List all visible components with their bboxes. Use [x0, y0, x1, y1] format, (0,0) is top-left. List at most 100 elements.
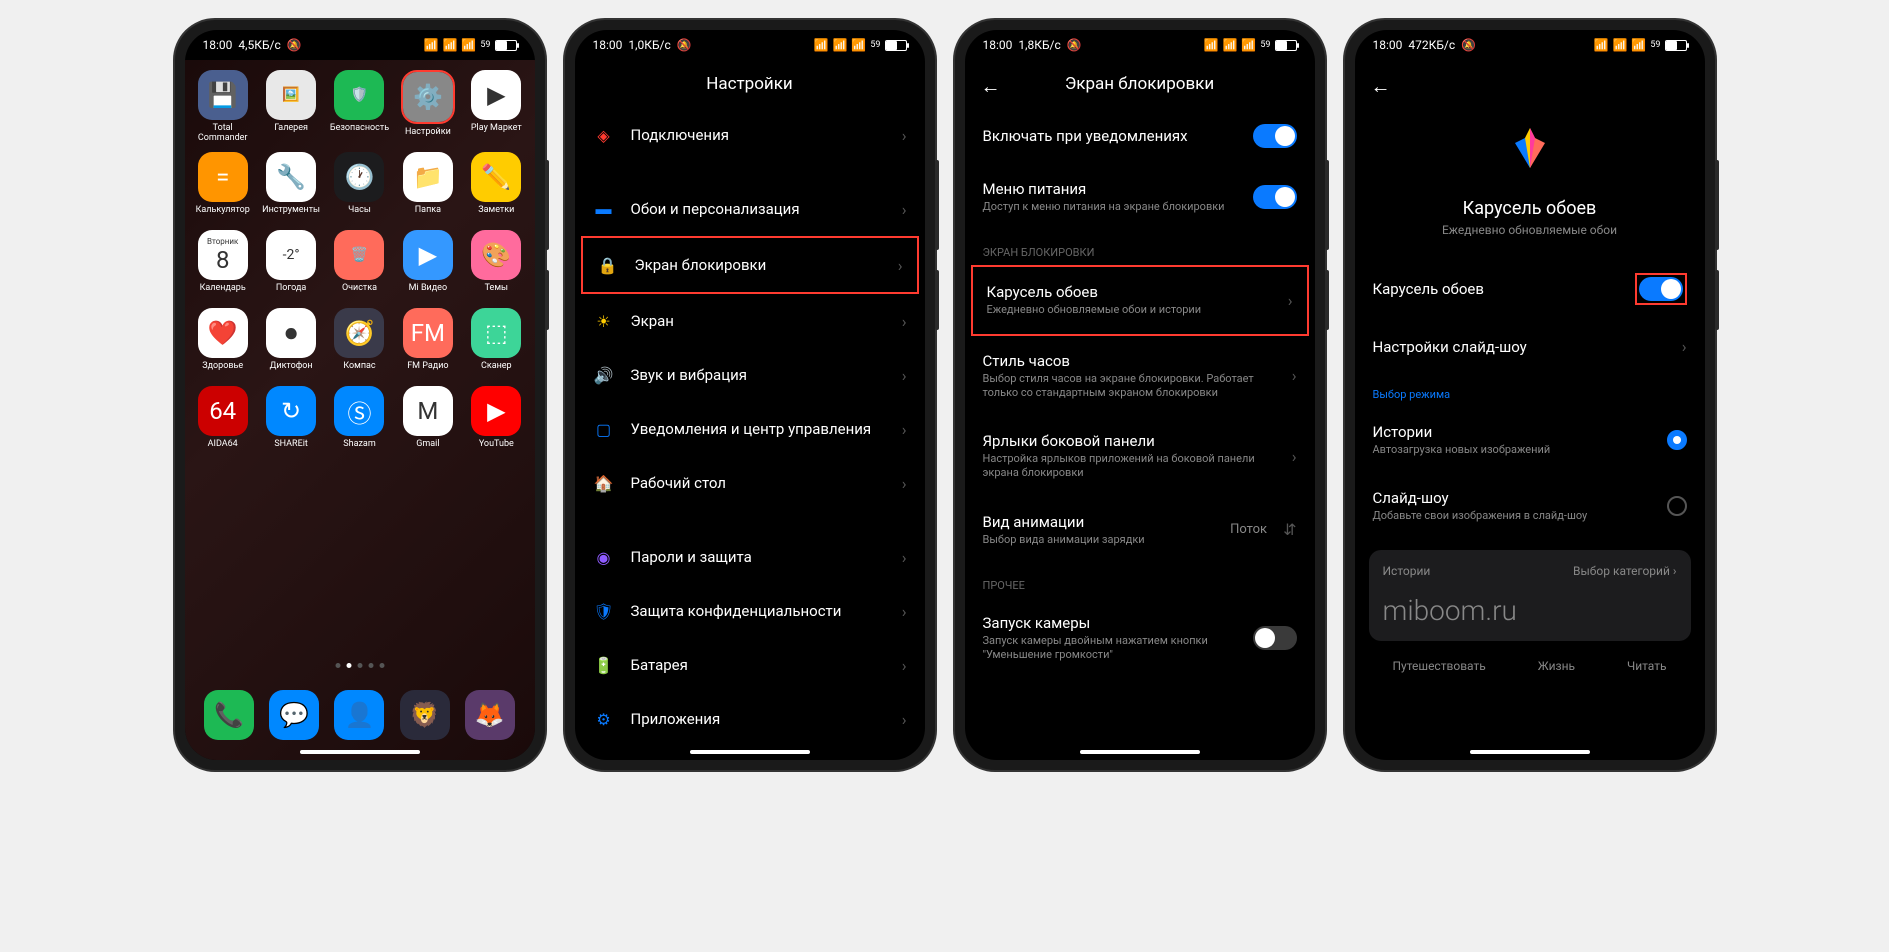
app-безопасность[interactable]: 🛡️ Безопасность: [327, 70, 391, 148]
app-компас[interactable]: 🧭 Компас: [327, 308, 391, 382]
item-camera-launch[interactable]: Запуск камеры Запуск камеры двойным нажа…: [969, 598, 1311, 679]
chevron-right-icon: ›: [902, 366, 907, 385]
settings-item-9[interactable]: 🔋 Батарея ›: [579, 638, 921, 692]
item-wallpaper-carousel[interactable]: Карусель обоев Ежедневно обновляемые обо…: [971, 265, 1309, 335]
settings-item-4[interactable]: 🔊 Звук и вибрация ›: [579, 348, 921, 402]
item-stories-mode[interactable]: Истории Автозагрузка новых изображений: [1359, 407, 1701, 473]
settings-item-5[interactable]: ▢ Уведомления и центр управления ›: [579, 402, 921, 456]
toggle-switch[interactable]: [1253, 124, 1297, 148]
wifi-icon: 📶: [851, 38, 866, 52]
nav-indicator[interactable]: [1080, 750, 1200, 754]
item-notifications-wake[interactable]: Включать при уведомлениях: [969, 108, 1311, 164]
section-header: ЭКРАН БЛОКИРОВКИ: [969, 230, 1311, 265]
back-button[interactable]: ←: [1371, 74, 1391, 99]
radio-button[interactable]: [1667, 430, 1687, 450]
item-animation[interactable]: Вид анимации Выбор вида анимации зарядки…: [969, 497, 1311, 563]
settings-list[interactable]: ◈ Подключения › ▬ Обои и персонализация …: [575, 108, 925, 760]
battery-icon: [495, 40, 517, 51]
toggle-switch[interactable]: [1253, 626, 1297, 650]
app-папка[interactable]: 📁 Папка: [396, 152, 460, 226]
app-gmail[interactable]: M Gmail: [396, 386, 460, 460]
settings-item-7[interactable]: ◉ Пароли и защита ›: [579, 530, 921, 584]
radio-button[interactable]: [1667, 496, 1687, 516]
volume-button: [935, 160, 939, 250]
settings-list[interactable]: Включать при уведомлениях Меню питания Д…: [965, 108, 1315, 760]
app-диктофон[interactable]: ⏺ Диктофон: [259, 308, 323, 382]
dock-app[interactable]: 🦁: [400, 690, 450, 740]
app-shazam[interactable]: Ⓢ Shazam: [327, 386, 391, 460]
card-action[interactable]: Выбор категорий ›: [1573, 564, 1677, 578]
chevron-right-icon: ›: [1682, 337, 1687, 356]
app-total-commander[interactable]: 💾 Total Commander: [191, 70, 255, 148]
wifi-icon: 📶: [1241, 38, 1256, 52]
app-заметки[interactable]: ✏️ Заметки: [464, 152, 528, 226]
toggle-switch[interactable]: [1639, 277, 1683, 301]
app-календарь[interactable]: Вторник8 Календарь: [191, 230, 255, 304]
chevron-right-icon: ›: [902, 602, 907, 621]
signal-icon: 📶: [832, 38, 847, 52]
app-сканер[interactable]: ⬚ Сканер: [464, 308, 528, 382]
app-play-маркет[interactable]: ▶ Play Маркет: [464, 70, 528, 148]
settings-item-0[interactable]: ◈ Подключения ›: [579, 108, 921, 162]
item-slideshow-settings[interactable]: Настройки слайд-шоу ›: [1359, 321, 1701, 372]
item-shortcuts[interactable]: Ярлыки боковой панели Настройка ярлыков …: [969, 416, 1311, 497]
power-button: [1715, 270, 1719, 330]
status-time: 18:00: [203, 38, 233, 52]
settings-item-icon: ▬: [593, 198, 615, 220]
item-clock-style[interactable]: Стиль часов Выбор стиля часов на экране …: [969, 336, 1311, 417]
nav-indicator[interactable]: [1470, 750, 1590, 754]
settings-item-icon: 🔊: [593, 364, 615, 386]
feature-header: Карусель обоев Ежедневно обновляемые обо…: [1359, 88, 1701, 257]
app-галерея[interactable]: 🖼️ Галерея: [259, 70, 323, 148]
item-carousel-toggle[interactable]: Карусель обоев: [1359, 257, 1701, 321]
app-очистка[interactable]: 🗑️ Очистка: [327, 230, 391, 304]
page-indicator: [335, 663, 384, 668]
status-time: 18:00: [593, 38, 623, 52]
chevron-right-icon: ›: [902, 474, 907, 493]
dock-app[interactable]: 👤: [334, 690, 384, 740]
dock-app[interactable]: 🦊: [465, 690, 515, 740]
expand-icon: ⇵: [1283, 520, 1296, 539]
app-часы[interactable]: 🕐 Часы: [327, 152, 391, 226]
toggle-switch[interactable]: [1253, 185, 1297, 209]
app-инструменты[interactable]: 🔧 Инструменты: [259, 152, 323, 226]
wifi-icon: 📶: [461, 38, 476, 52]
signal-icon: 📶: [1594, 38, 1609, 52]
settings-item-2[interactable]: 🔒 Экран блокировки ›: [581, 236, 919, 294]
nav-indicator[interactable]: [690, 750, 810, 754]
tag[interactable]: Путешествовать: [1392, 659, 1485, 673]
settings-item-10[interactable]: ⚙ Приложения ›: [579, 692, 921, 746]
battery-text: 59: [1650, 40, 1660, 50]
feature-title: Карусель обоев: [1379, 198, 1681, 219]
app-настройки[interactable]: ⚙️ Настройки: [396, 70, 460, 148]
feature-subtitle: Ежедневно обновляемые обои: [1379, 223, 1681, 237]
settings-item-3[interactable]: ☀ Экран ›: [579, 294, 921, 348]
app-калькулятор[interactable]: = Калькулятор: [191, 152, 255, 226]
status-time: 18:00: [983, 38, 1013, 52]
app-здоровье[interactable]: ❤️ Здоровье: [191, 308, 255, 382]
app-shareit[interactable]: ↻ SHAREit: [259, 386, 323, 460]
item-power-menu[interactable]: Меню питания Доступ к меню питания на эк…: [969, 164, 1311, 230]
app-aida64[interactable]: 64 AIDA64: [191, 386, 255, 460]
tag[interactable]: Жизнь: [1538, 659, 1575, 673]
settings-item-6[interactable]: 🏠 Рабочий стол ›: [579, 456, 921, 510]
settings-list[interactable]: Карусель обоев Ежедневно обновляемые обо…: [1355, 88, 1705, 760]
app-темы[interactable]: 🎨 Темы: [464, 230, 528, 304]
stories-card[interactable]: Истории Выбор категорий › miboom.ru: [1369, 550, 1691, 641]
signal-icon: 📶: [1222, 38, 1237, 52]
app-погода[interactable]: -2° Погода: [259, 230, 323, 304]
dock-app[interactable]: 💬: [269, 690, 319, 740]
app-mi-видео[interactable]: ▶ Mi Видео: [396, 230, 460, 304]
status-speed: 1,8КБ/с: [1018, 38, 1060, 52]
carousel-logo-icon: [1500, 118, 1560, 178]
nav-indicator[interactable]: [300, 750, 420, 754]
app-youtube[interactable]: ▶ YouTube: [464, 386, 528, 460]
settings-item-1[interactable]: ▬ Обои и персонализация ›: [579, 182, 921, 236]
back-button[interactable]: ←: [981, 74, 1001, 99]
tag[interactable]: Читать: [1627, 659, 1667, 673]
dock-app[interactable]: 📞: [204, 690, 254, 740]
settings-item-8[interactable]: 🛡 Защита конфиденциальности ›: [579, 584, 921, 638]
app-fm-радио[interactable]: FM FM Радио: [396, 308, 460, 382]
chevron-right-icon: ›: [902, 548, 907, 567]
item-slideshow-mode[interactable]: Слайд-шоу Добавьте свои изображения в сл…: [1359, 473, 1701, 539]
